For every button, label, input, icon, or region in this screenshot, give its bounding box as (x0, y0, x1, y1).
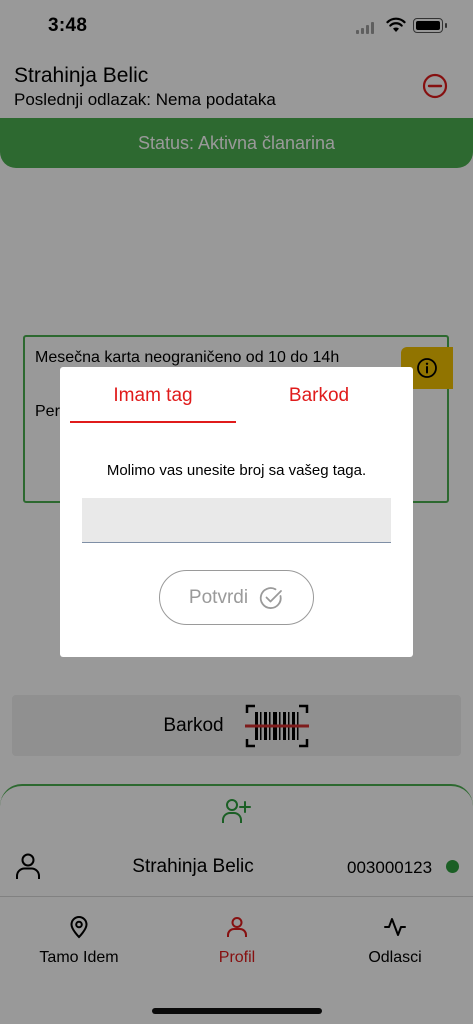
dialog-message: Molimo vas unesite broj sa vašeg taga. (106, 462, 367, 479)
tab-label: Barkod (288, 385, 350, 406)
tab-barkod[interactable]: Barkod (236, 367, 402, 425)
tab-imam-tag[interactable]: Imam tag (70, 367, 236, 425)
tab-label: Imam tag (113, 385, 193, 406)
active-tab-indicator (70, 421, 236, 423)
check-circle-icon (259, 586, 282, 609)
confirm-button-label: Potvrdi (188, 586, 249, 608)
tag-number-input[interactable] (82, 498, 391, 543)
confirm-button[interactable]: Potvrdi (159, 570, 314, 625)
tag-entry-dialog: Imam tag Barkod Molimo vas unesite broj … (60, 367, 413, 657)
